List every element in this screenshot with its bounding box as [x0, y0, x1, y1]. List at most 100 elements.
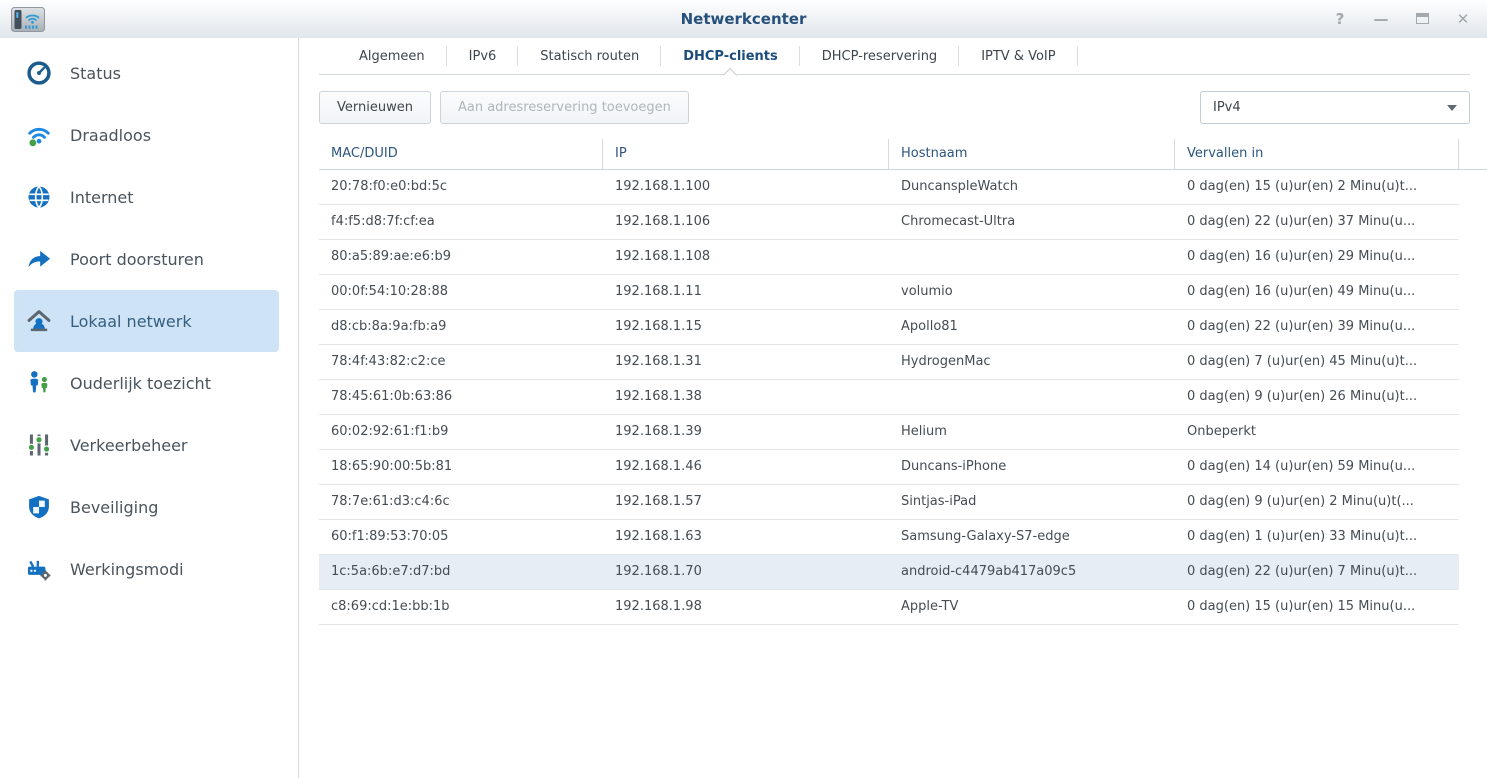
- sidebar-item-lokaal-netwerk[interactable]: Lokaal netwerk: [14, 290, 279, 352]
- table-row[interactable]: 60:02:92:61:f1:b9 192.168.1.39 Helium On…: [319, 415, 1459, 450]
- sidebar-item-label: Beveiliging: [70, 497, 159, 517]
- cell-mac: d8:cb:8a:9a:fb:a9: [331, 319, 447, 334]
- tab-iptv-voip[interactable]: IPTV & VoIP: [959, 38, 1079, 74]
- table-row[interactable]: 60:f1:89:53:70:05 192.168.1.63 Samsung-G…: [319, 520, 1459, 555]
- table-row[interactable]: 80:a5:89:ae:e6:b9 192.168.1.108 0 dag(en…: [319, 240, 1459, 275]
- cell-ip: 192.168.1.15: [615, 319, 702, 334]
- sidebar-item-label: Werkingsmodi: [70, 559, 184, 579]
- cell-ip: 192.168.1.38: [615, 389, 702, 404]
- sidebar-item-label: Poort doorsturen: [70, 249, 204, 269]
- cell-expires: 0 dag(en) 16 (u)ur(en) 29 Minu(u...: [1187, 249, 1416, 264]
- add-to-address-reservation-button[interactable]: Aan adresreservering toevoegen: [439, 91, 689, 124]
- cell-hostname: Samsung-Galaxy-S7-edge: [901, 529, 1070, 544]
- tab-label: Statisch routen: [540, 48, 640, 64]
- tab-dhcp-clients[interactable]: DHCP-clients: [661, 38, 800, 74]
- cell-expires: 0 dag(en) 15 (u)ur(en) 2 Minu(u)t...: [1187, 179, 1418, 194]
- sidebar-item-beveiliging[interactable]: Beveiliging: [14, 476, 279, 538]
- table-row[interactable]: 78:45:61:0b:63:86 192.168.1.38 0 dag(en)…: [319, 380, 1459, 415]
- wifi-icon: [24, 120, 54, 150]
- cell-mac: 78:45:61:0b:63:86: [331, 389, 453, 404]
- table-row[interactable]: 18:65:90:00:5b:81 192.168.1.46 Duncans-i…: [319, 450, 1459, 485]
- cell-expires: 0 dag(en) 9 (u)ur(en) 26 Minu(u)t...: [1187, 389, 1418, 404]
- cell-ip: 192.168.1.106: [615, 214, 711, 229]
- table-row[interactable]: d8:cb:8a:9a:fb:a9 192.168.1.15 Apollo81 …: [319, 310, 1459, 345]
- sidebar-item-verkeerbeheer[interactable]: Verkeerbeheer: [14, 414, 279, 476]
- close-icon[interactable]: ✕: [1455, 11, 1471, 27]
- maximize-icon[interactable]: [1414, 12, 1430, 27]
- cell-mac: 80:a5:89:ae:e6:b9: [331, 249, 451, 264]
- cell-hostname: Sintjas-iPad: [901, 494, 977, 509]
- table-row[interactable]: 20:78:f0:e0:bd:5c 192.168.1.100 Duncansp…: [319, 170, 1459, 205]
- table-row[interactable]: 78:7e:61:d3:c4:6c 192.168.1.57 Sintjas-i…: [319, 485, 1459, 520]
- shield-icon: [24, 492, 54, 522]
- tab-label: Algemeen: [359, 48, 425, 64]
- cell-expires: 0 dag(en) 22 (u)ur(en) 7 Minu(u)t...: [1187, 564, 1418, 579]
- sidebar-item-internet[interactable]: Internet: [14, 166, 279, 228]
- sidebar-item-label: Internet: [70, 187, 134, 207]
- table-row[interactable]: 00:0f:54:10:28:88 192.168.1.11 volumio 0…: [319, 275, 1459, 310]
- ip-version-value: IPv4: [1213, 100, 1241, 115]
- sidebar-item-status[interactable]: Status: [14, 42, 279, 104]
- cell-expires: 0 dag(en) 7 (u)ur(en) 45 Minu(u)t...: [1187, 354, 1418, 369]
- cell-ip: 192.168.1.57: [615, 494, 702, 509]
- cell-mac: 1c:5a:6b:e7:d7:bd: [331, 564, 451, 579]
- cell-hostname: Apollo81: [901, 319, 958, 334]
- minimize-icon[interactable]: —: [1373, 11, 1389, 27]
- cell-ip: 192.168.1.46: [615, 459, 702, 474]
- main-area: Status Draadloos Internet Poort doorstur…: [0, 38, 1487, 778]
- column-header-vervallen-in[interactable]: Vervallen in: [1175, 139, 1459, 169]
- tab-ipv6[interactable]: IPv6: [447, 38, 519, 74]
- router-app-icon: [11, 7, 45, 32]
- table-row[interactable]: 78:4f:43:82:c2:ce 192.168.1.31 HydrogenM…: [319, 345, 1459, 380]
- cell-mac: 78:7e:61:d3:c4:6c: [331, 494, 450, 509]
- cell-expires: 0 dag(en) 15 (u)ur(en) 15 Minu(u...: [1187, 599, 1416, 614]
- sidebar-item-label: Verkeerbeheer: [70, 435, 188, 455]
- router-gear-icon: [24, 554, 54, 584]
- table-row[interactable]: f4:f5:d8:7f:cf:ea 192.168.1.106 Chromeca…: [319, 205, 1459, 240]
- tab-label: IPTV & VoIP: [981, 48, 1056, 64]
- port-forward-icon: [24, 244, 54, 274]
- column-header-hostnaam[interactable]: Hostnaam: [889, 139, 1175, 169]
- table-body: 20:78:f0:e0:bd:5c 192.168.1.100 Duncansp…: [319, 170, 1487, 625]
- cell-ip: 192.168.1.70: [615, 564, 702, 579]
- tab-label: IPv6: [468, 48, 497, 64]
- sidebar-item-draadloos[interactable]: Draadloos: [14, 104, 279, 166]
- chevron-down-icon: [1447, 104, 1457, 111]
- dhcp-clients-table: MAC/DUID IP Hostnaam Vervallen in 20:78:f0:…: [319, 139, 1487, 625]
- window-title-bar[interactable]: Netwerkcenter ? — ✕: [0, 0, 1487, 38]
- tab-dhcp-reservering[interactable]: DHCP-reservering: [800, 38, 960, 74]
- tab-statisch-routen[interactable]: Statisch routen: [518, 38, 662, 74]
- cell-ip: 192.168.1.100: [615, 179, 711, 194]
- sidebar: Status Draadloos Internet Poort doorstur…: [0, 38, 299, 778]
- tab-label: DHCP-reservering: [821, 48, 938, 64]
- cell-ip: 192.168.1.63: [615, 529, 702, 544]
- sidebar-item-werkingsmodi[interactable]: Werkingsmodi: [14, 538, 279, 600]
- gauge-icon: [24, 58, 54, 88]
- column-header-mac-duid[interactable]: MAC/DUID: [319, 139, 603, 169]
- toolbar: Vernieuwen Aan adresreservering toevoege…: [319, 91, 1470, 124]
- cell-ip: 192.168.1.39: [615, 424, 702, 439]
- sidebar-item-ouderlijk-toezicht[interactable]: Ouderlijk toezicht: [14, 352, 279, 414]
- tab-bar: Algemeen IPv6 Statisch routen DHCP-clien…: [319, 38, 1470, 75]
- traffic-sliders-icon: [24, 430, 54, 460]
- cell-hostname: Duncans-iPhone: [901, 459, 1007, 474]
- table-row[interactable]: c8:69:cd:1e:bb:1b 192.168.1.98 Apple-TV …: [319, 590, 1459, 625]
- cell-hostname: volumio: [901, 284, 953, 299]
- cell-mac: 60:f1:89:53:70:05: [331, 529, 449, 544]
- tab-algemeen[interactable]: Algemeen: [337, 38, 447, 74]
- sidebar-item-poort-doorsturen[interactable]: Poort doorsturen: [14, 228, 279, 290]
- cell-mac: 78:4f:43:82:c2:ce: [331, 354, 446, 369]
- help-icon[interactable]: ?: [1332, 11, 1348, 27]
- cell-expires: 0 dag(en) 22 (u)ur(en) 37 Minu(u...: [1187, 214, 1416, 229]
- cell-hostname: Helium: [901, 424, 947, 439]
- cell-hostname: Apple-TV: [901, 599, 959, 614]
- ip-version-select[interactable]: IPv4: [1200, 91, 1470, 124]
- cell-hostname: android-c4479ab417a09c5: [901, 564, 1077, 579]
- sidebar-item-label: Ouderlijk toezicht: [70, 373, 211, 393]
- refresh-button[interactable]: Vernieuwen: [319, 91, 431, 124]
- cell-mac: c8:69:cd:1e:bb:1b: [331, 599, 450, 614]
- table-row[interactable]: 1c:5a:6b:e7:d7:bd 192.168.1.70 android-c…: [319, 555, 1459, 590]
- column-header-ip[interactable]: IP: [603, 139, 889, 169]
- cell-expires: 0 dag(en) 1 (u)ur(en) 33 Minu(u)t...: [1187, 529, 1418, 544]
- cell-expires: 0 dag(en) 9 (u)ur(en) 2 Minu(u)t(...: [1187, 494, 1414, 509]
